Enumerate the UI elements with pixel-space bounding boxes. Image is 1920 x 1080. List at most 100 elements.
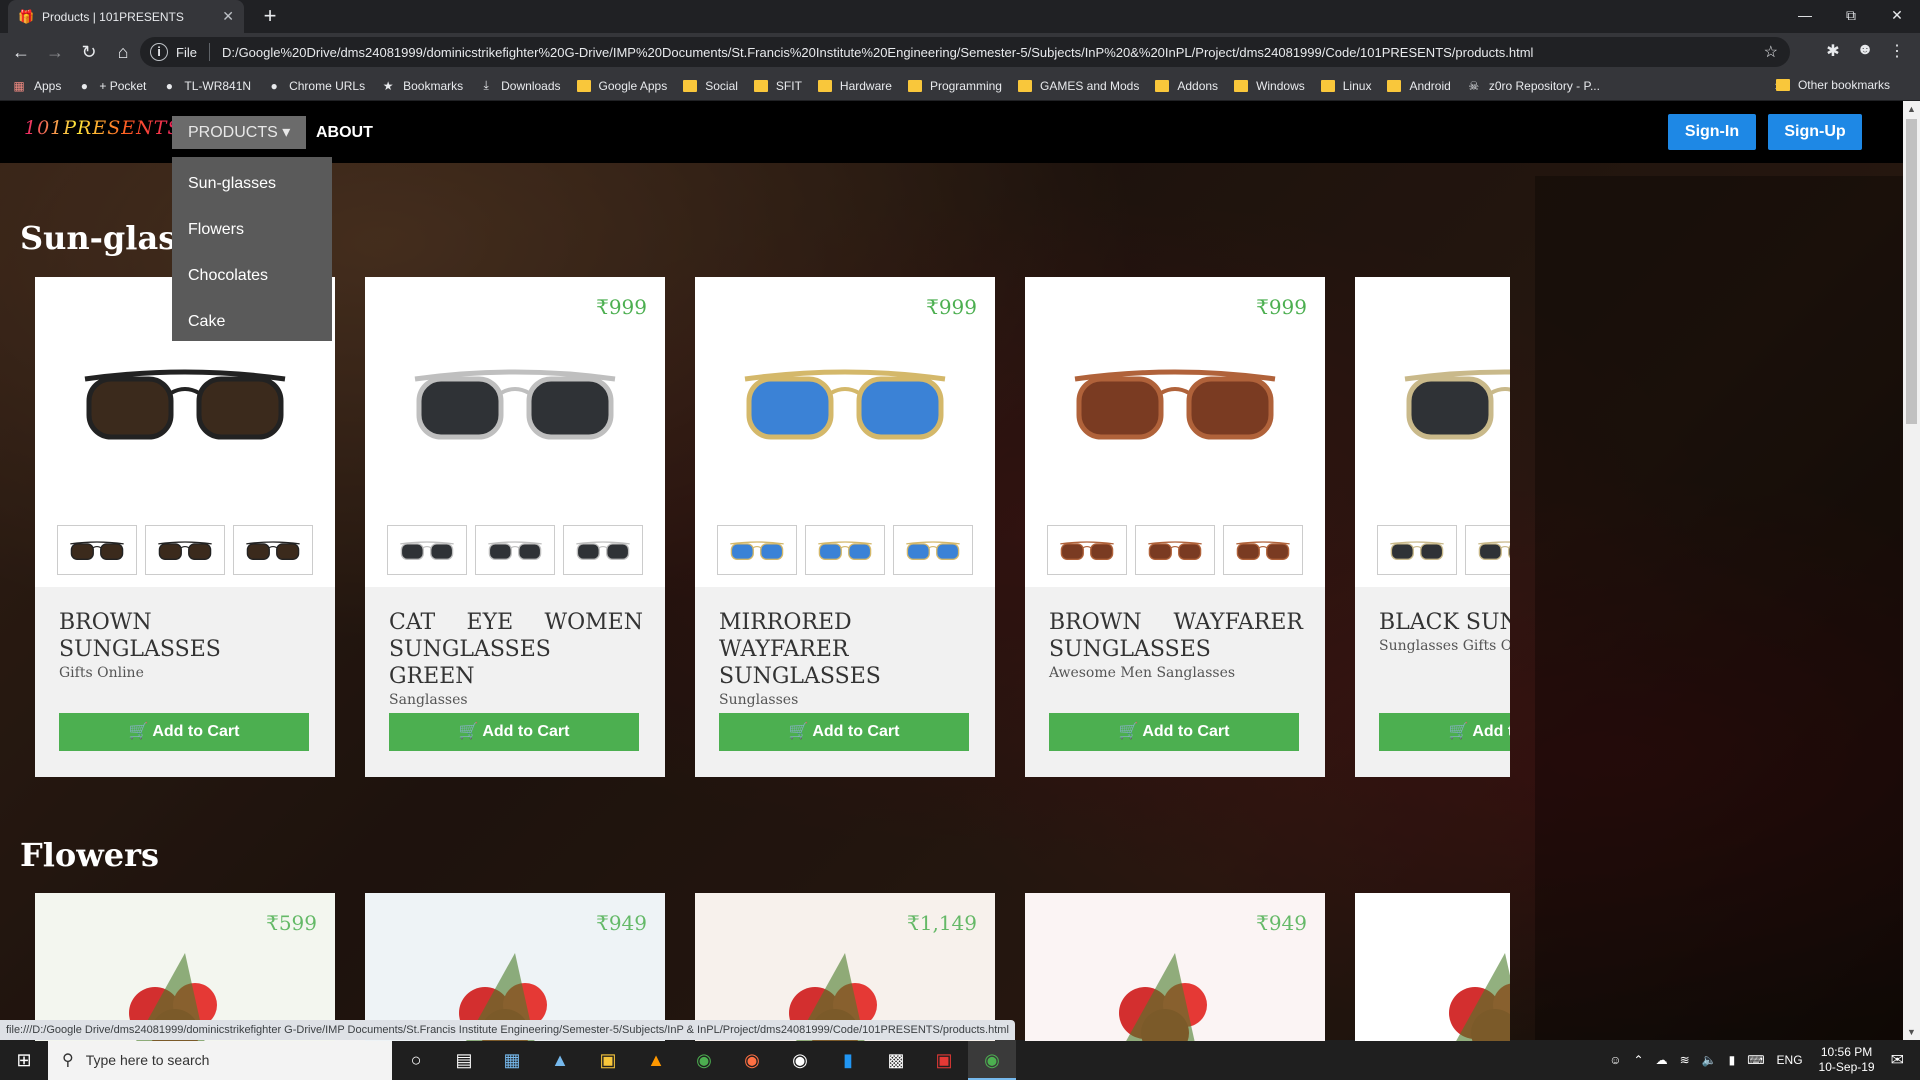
wifi-icon[interactable]: ≋ <box>1680 1053 1690 1067</box>
cortana-icon[interactable]: ○ <box>392 1040 440 1080</box>
add-to-cart-button[interactable]: 🛒 Add to Cart <box>1049 713 1299 751</box>
close-tab-icon[interactable]: ✕ <box>222 8 234 25</box>
app-icon[interactable]: ▲ <box>536 1040 584 1080</box>
product-thumbnail[interactable] <box>233 525 313 575</box>
bookmark-folder-sfit[interactable]: SFIT <box>753 79 802 93</box>
bookmark-folder-hardware[interactable]: Hardware <box>817 79 892 93</box>
sign-up-button[interactable]: Sign-Up <box>1768 114 1862 150</box>
notification-icon[interactable]: ✉ <box>1891 1050 1904 1070</box>
bookmark-folder-social[interactable]: Social <box>683 79 738 93</box>
bookmark-folder-linux[interactable]: Linux <box>1320 79 1371 93</box>
bookmark-downloads[interactable]: ⤓ Downloads <box>479 78 560 93</box>
bookmark-folder-google-apps[interactable]: Google Apps <box>576 79 667 93</box>
nav-products-dropdown[interactable]: PRODUCTS ▾ <box>172 116 307 149</box>
product-thumbnail[interactable] <box>1047 525 1127 575</box>
dropdown-item-sunglasses[interactable]: Sun-glasses <box>172 161 332 207</box>
product-thumbnail[interactable] <box>57 525 137 575</box>
app-window-icon[interactable]: ▩ <box>872 1040 920 1080</box>
bookmark-folder-programming[interactable]: Programming <box>907 79 1002 93</box>
bookmark-folder-android[interactable]: Android <box>1387 79 1451 93</box>
chrome-active-icon[interactable]: ◉ <box>968 1040 1016 1080</box>
product-thumbnail[interactable] <box>805 525 885 575</box>
battery-icon[interactable]: ▮ <box>1729 1053 1736 1067</box>
product-image[interactable]: ₹999 <box>695 277 995 587</box>
language-indicator[interactable]: ENG <box>1777 1053 1803 1067</box>
bookmark-pocket[interactable]: ● + Pocket <box>77 79 147 93</box>
product-thumbnail[interactable] <box>563 525 643 575</box>
browser-tab[interactable]: 🎁 Products | 101PRESENTS ✕ <box>8 0 244 33</box>
dropdown-item-chocolates[interactable]: Chocolates <box>172 253 332 299</box>
flower-card[interactable]: ₹1,149 <box>695 893 995 1041</box>
minimize-icon[interactable]: — <box>1782 0 1828 30</box>
vertical-scrollbar[interactable]: ▲ ▼ <box>1903 101 1920 1041</box>
vlc-icon[interactable]: ▲ <box>632 1040 680 1080</box>
steam-icon[interactable]: ◉ <box>776 1040 824 1080</box>
product-image[interactable]: ₹999 <box>1025 277 1325 587</box>
product-thumbnail[interactable] <box>1377 525 1457 575</box>
window-close-icon[interactable]: ✕ <box>1874 0 1920 30</box>
calculator-icon[interactable]: ▦ <box>488 1040 536 1080</box>
add-to-cart-button[interactable]: 🛒 Add to Cart <box>1379 713 1510 751</box>
product-thumbnail[interactable] <box>1223 525 1303 575</box>
product-image[interactable]: ₹999 <box>365 277 665 587</box>
address-bar[interactable]: i File D:/Google%20Drive/dms24081999/dom… <box>140 37 1790 67</box>
extensions-puzzle-icon[interactable]: ✱ <box>1822 41 1844 61</box>
windows-start-icon[interactable]: ⊞ <box>0 1040 48 1080</box>
product-image[interactable] <box>1355 277 1510 587</box>
other-bookmarks[interactable]: Other bookmarks <box>1775 78 1890 92</box>
flower-card[interactable]: ₹949 <box>1025 893 1325 1041</box>
chrome-icon[interactable]: ◉ <box>680 1040 728 1080</box>
dropdown-item-flowers[interactable]: Flowers <box>172 207 332 253</box>
info-icon[interactable]: i <box>150 43 168 61</box>
flower-card[interactable]: ₹949 <box>365 893 665 1041</box>
home-icon[interactable]: ⌂ <box>110 39 136 65</box>
task-view-icon[interactable]: ▤ <box>440 1040 488 1080</box>
volume-muted-icon[interactable]: 🔈 <box>1702 1053 1717 1067</box>
keyboard-icon[interactable]: ⌨ <box>1747 1053 1764 1067</box>
cloud-icon[interactable]: ☁ <box>1656 1053 1668 1067</box>
reload-icon[interactable]: ↻ <box>76 39 102 65</box>
flower-card[interactable]: ₹599 <box>35 893 335 1041</box>
add-to-cart-button[interactable]: 🛒 Add to Cart <box>719 713 969 751</box>
clock[interactable]: 10:56 PM 10-Sep-19 <box>1819 1045 1875 1075</box>
phone-icon[interactable]: ▮ <box>824 1040 872 1080</box>
add-to-cart-button[interactable]: 🛒 Add to Cart <box>59 713 309 751</box>
scroll-down-icon[interactable]: ▼ <box>1903 1024 1920 1041</box>
product-thumbnail[interactable] <box>145 525 225 575</box>
flower-card[interactable] <box>1355 893 1510 1041</box>
file-explorer-icon[interactable]: ▣ <box>584 1040 632 1080</box>
menu-kebab-icon[interactable]: ⋮ <box>1886 41 1908 61</box>
bookmark-bookmarks[interactable]: ★ Bookmarks <box>381 79 463 93</box>
new-tab-button[interactable]: + <box>258 4 282 28</box>
back-arrow-icon[interactable]: ← <box>8 39 34 65</box>
product-thumbnail[interactable] <box>893 525 973 575</box>
sign-in-button[interactable]: Sign-In <box>1668 114 1756 150</box>
bookmark-z0ro-repository[interactable]: ☠ z0ro Repository - P... <box>1467 79 1600 93</box>
bookmark-apps[interactable]: ▦ Apps <box>12 79 61 93</box>
people-icon[interactable]: ☺ <box>1609 1053 1621 1067</box>
firefox-icon[interactable]: ◉ <box>728 1040 776 1080</box>
taskbar-search-box[interactable]: ⚲ Type here to search <box>48 1040 392 1080</box>
bookmark-star-icon[interactable]: ☆ <box>1764 42 1778 62</box>
nav-about-link[interactable]: ABOUT <box>316 116 373 149</box>
chevron-up-icon[interactable]: ⌃ <box>1634 1053 1644 1067</box>
restore-icon[interactable]: ⧉ <box>1828 0 1874 30</box>
bookmark-folder-addons[interactable]: Addons <box>1155 79 1218 93</box>
app-red-icon[interactable]: ▣ <box>920 1040 968 1080</box>
product-thumbnail[interactable] <box>717 525 797 575</box>
profile-avatar-icon[interactable]: ☻ <box>1854 41 1876 59</box>
bookmark-folder-games[interactable]: GAMES and Mods <box>1017 79 1139 93</box>
url-text[interactable]: D:/Google%20Drive/dms24081999/dominicstr… <box>222 45 1534 60</box>
product-thumbnail[interactable] <box>387 525 467 575</box>
bookmark-tl-wr841n[interactable]: ● TL-WR841N <box>162 79 251 93</box>
dropdown-item-cake[interactable]: Cake <box>172 299 332 345</box>
product-thumbnail[interactable] <box>1135 525 1215 575</box>
scrollbar-thumb[interactable] <box>1906 119 1917 424</box>
bookmark-folder-windows[interactable]: Windows <box>1234 79 1305 93</box>
site-logo[interactable]: 101PRESENTS <box>24 117 181 139</box>
scroll-up-icon[interactable]: ▲ <box>1903 101 1920 118</box>
forward-arrow-icon[interactable]: → <box>42 39 68 65</box>
product-thumbnail[interactable] <box>1465 525 1510 575</box>
add-to-cart-button[interactable]: 🛒 Add to Cart <box>389 713 639 751</box>
product-thumbnail[interactable] <box>475 525 555 575</box>
